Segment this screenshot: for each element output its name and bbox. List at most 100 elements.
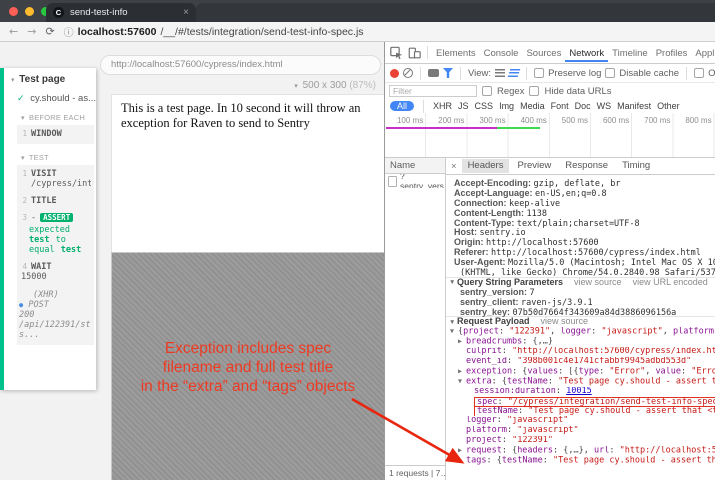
payload-line[interactable]: ▼extra: {testName: "Test page cy.should … [446, 377, 715, 387]
header-value: Mozilla/5.0 (Macintosh; Intel Mac OS X 1… [508, 258, 715, 268]
payload-line[interactable]: ▶tags: {testName: "Test page cy.should -… [446, 456, 715, 466]
preserve-log-label[interactable]: Preserve log [548, 68, 601, 79]
payload-line[interactable]: ▶request: {headers: {,…}, url: "http://l… [446, 446, 715, 456]
tab-timeline[interactable]: Timeline [608, 44, 652, 62]
command-title[interactable]: 2 TITLE [19, 196, 91, 206]
tab-console[interactable]: Console [480, 44, 523, 62]
filter-pill-all[interactable]: All [390, 101, 414, 111]
minimize-window-button[interactable] [25, 7, 34, 16]
name-column-header[interactable]: Name [385, 158, 445, 174]
view-source-link[interactable]: view source [541, 317, 589, 326]
filter-pill-img[interactable]: Img [499, 101, 514, 111]
filter-pill-css[interactable]: CSS [475, 101, 494, 111]
command-visit[interactable]: 1 VISIT [19, 169, 91, 179]
regex-label[interactable]: Regex [497, 86, 524, 97]
details-tab-timing[interactable]: Timing [616, 159, 656, 173]
payload-line[interactable]: ▶exception: {values: [{type: "Error", va… [446, 367, 715, 377]
chevron-down-icon: ▾ [294, 83, 298, 90]
filter-pill-ws[interactable]: WS [597, 101, 612, 111]
forward-icon[interactable]: → [27, 25, 36, 38]
suite-row[interactable]: ▾ Test page [11, 74, 96, 85]
filter-funnel-icon[interactable] [443, 68, 453, 78]
back-icon[interactable]: ← [9, 25, 18, 38]
request-payload-section-header[interactable]: ▼Request Payloadview source [446, 317, 715, 327]
xhr-request-log[interactable]: (XHR) ● POST 200 /api/122391/stor s... [19, 290, 91, 340]
url-field[interactable]: ⓘ localhost:57600/__/#/tests/integration… [64, 24, 364, 39]
payload-token: "Error on purp [691, 367, 715, 377]
network-overview[interactable]: 100 ms200 ms300 ms400 ms500 ms600 ms700 … [385, 113, 715, 158]
filter-pill-js[interactable]: JS [458, 101, 469, 111]
list-view-icon[interactable] [495, 69, 505, 77]
clear-icon[interactable] [403, 68, 413, 78]
disable-cache-label[interactable]: Disable cache [619, 68, 679, 79]
waterfall-view-icon[interactable] [508, 69, 521, 77]
ruler-tick: 800 ms [674, 116, 712, 125]
device-toolbar-icon[interactable] [407, 46, 422, 60]
details-tabs: HeadersPreviewResponseTiming [462, 159, 657, 173]
annotation-line: filename and full test title [112, 358, 384, 377]
tab-network[interactable]: Network [565, 44, 608, 62]
filter-pill-media[interactable]: Media [520, 101, 545, 111]
payload-line: culprit: "http://localhost:57600/cypress… [446, 347, 715, 357]
payload-token: : [{ [558, 367, 578, 377]
filter-input[interactable]: Filter [389, 85, 477, 97]
command-assert[interactable]: 3 - ASSERT [19, 213, 91, 223]
filter-pill-doc[interactable]: Doc [575, 101, 591, 111]
close-details-icon[interactable]: × [448, 161, 460, 172]
payload-token: logger [466, 416, 497, 425]
divider [460, 67, 461, 80]
reload-icon[interactable]: ⟳ [45, 25, 54, 38]
tab-application[interactable]: Application [691, 44, 715, 62]
viewport-size-label[interactable]: ▾ 500 x 300 (87%) [294, 80, 376, 91]
command-wait[interactable]: 4 WAIT [19, 262, 91, 272]
cypress-favicon-icon: C [53, 7, 64, 18]
header-name: Referer: [454, 248, 491, 257]
filter-pill-other[interactable]: Other [657, 101, 680, 111]
filter-pill-xhr[interactable]: XHR [433, 101, 452, 111]
aut-url-pill[interactable]: http://localhost:57600/cypress/index.htm… [100, 55, 381, 75]
command-wait-ms: 15000 [21, 272, 91, 282]
param-name: sentry_key: [460, 308, 513, 317]
details-tab-preview[interactable]: Preview [511, 159, 557, 173]
request-header-row: Content-Type: text/plain;charset=UTF-8 [446, 219, 715, 229]
payload-token: , [550, 327, 560, 337]
close-window-button[interactable] [9, 7, 18, 16]
test-row[interactable]: ✓ cy.should - as... [17, 93, 96, 104]
disable-cache-checkbox[interactable] [605, 68, 615, 78]
tab-profiles[interactable]: Profiles [652, 44, 692, 62]
payload-token: , [645, 367, 655, 377]
inspect-element-icon[interactable] [389, 46, 404, 60]
headers-content: Accept-Encoding: gzip, deflate, brAccept… [446, 175, 715, 480]
view-source-link[interactable]: view source [574, 278, 622, 287]
before-each-section[interactable]: ▾ BEFORE EACH [21, 113, 96, 122]
cypress-reporter-sidebar: ▾ Test page ✓ cy.should - as... ▾ BEFORE… [0, 68, 96, 390]
filter-pill-manifest[interactable]: Manifest [617, 101, 651, 111]
details-tab-response[interactable]: Response [559, 159, 614, 173]
payload-line[interactable]: ▼{project: "122391", logger: "javascript… [446, 327, 715, 337]
regex-checkbox[interactable] [482, 86, 492, 96]
tab-elements[interactable]: Elements [432, 44, 480, 62]
preserve-log-checkbox[interactable] [534, 68, 544, 78]
test-section[interactable]: ▾ TEST [21, 153, 96, 162]
record-icon[interactable] [390, 69, 399, 78]
command-window[interactable]: 1 WINDOW [19, 129, 91, 139]
request-row[interactable]: ?sentry_vers... [385, 174, 445, 188]
view-url-encoded-link[interactable]: view URL encoded [633, 278, 708, 287]
header-value: 1138 [526, 209, 546, 219]
offline-label[interactable]: Offline [708, 68, 715, 79]
close-tab-icon[interactable]: × [183, 7, 189, 18]
hide-data-urls-checkbox[interactable] [529, 86, 539, 96]
query-param-row: sentry_client: raven-js/3.9.1 [446, 298, 715, 308]
screenshot-icon[interactable] [428, 69, 439, 77]
payload-line[interactable]: ▶breadcrumbs: {,…} [446, 337, 715, 347]
offline-checkbox[interactable] [694, 68, 704, 78]
query-string-section-header[interactable]: ▼Query String Parametersview sourceview … [446, 278, 715, 288]
tab-sources[interactable]: Sources [522, 44, 565, 62]
details-tab-headers[interactable]: Headers [462, 159, 510, 173]
hide-data-urls-label[interactable]: Hide data URLs [544, 86, 611, 97]
browser-tab[interactable]: C send-test-info × [46, 3, 196, 22]
filter-pill-font[interactable]: Font [551, 101, 569, 111]
view-label: View: [468, 68, 491, 79]
page-info-icon[interactable]: ⓘ [64, 24, 74, 39]
request-header-row: Content-Length: 1138 [446, 209, 715, 219]
